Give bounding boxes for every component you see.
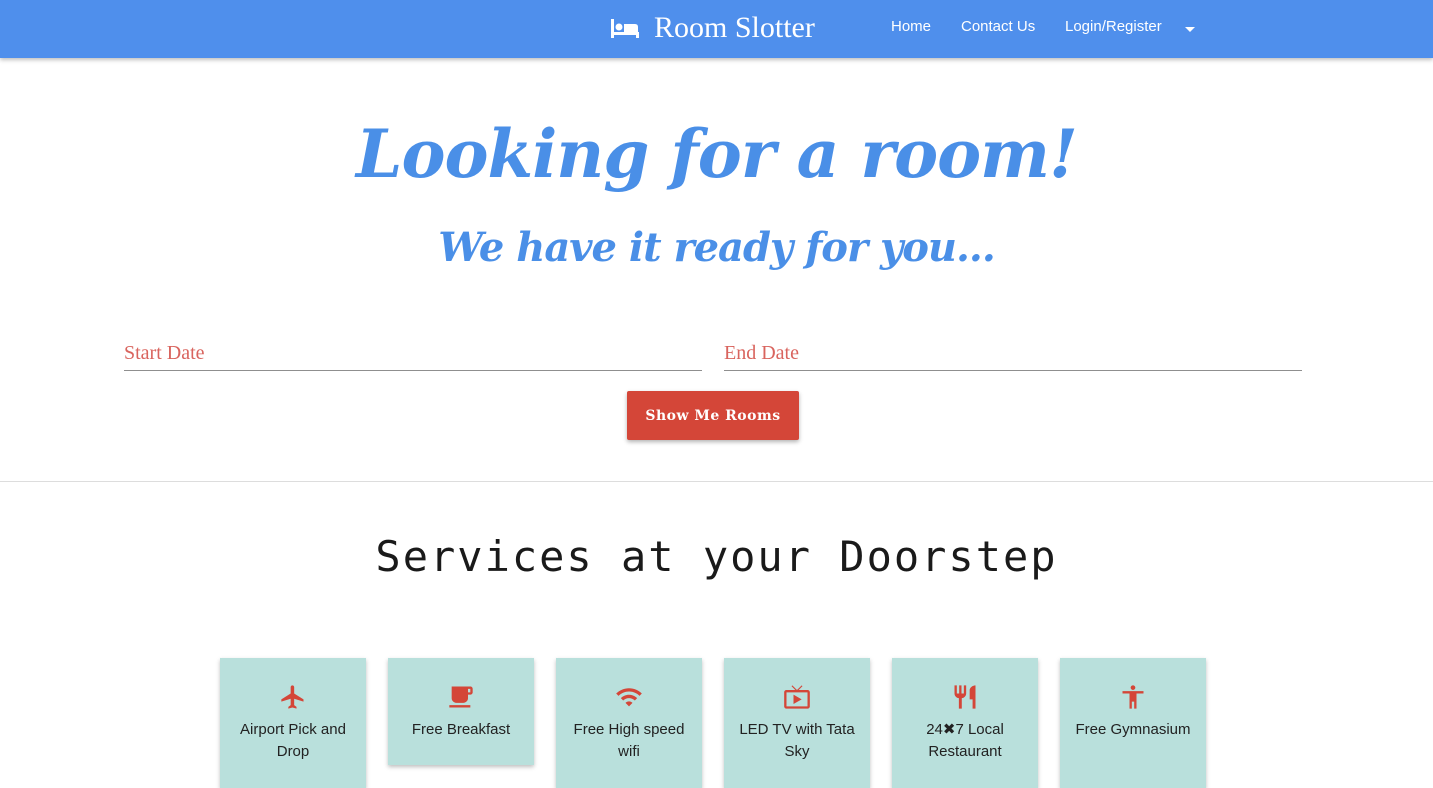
coffee-cup-icon [447, 683, 475, 711]
hero-subtitle: We have it ready for you... [438, 224, 996, 271]
service-label: 24✖7 Local Restaurant [926, 721, 1004, 760]
service-label: Airport Pick and Drop [240, 721, 346, 760]
brand-name: Room Slotter [654, 11, 815, 44]
service-card-airport: Airport Pick and Drop [220, 658, 366, 788]
service-label: Free High speed wifi [573, 721, 685, 760]
service-card-breakfast: Free Breakfast [388, 658, 534, 765]
end-date-input[interactable] [724, 336, 1302, 371]
show-me-rooms-button[interactable]: Show Me Rooms [627, 391, 799, 440]
nav-login-register-link[interactable]: Login/Register [1065, 18, 1162, 36]
service-card-wifi: Free High speed wifi [556, 658, 702, 788]
service-card-tv: LED TV with Tata Sky [724, 658, 870, 788]
wifi-icon [615, 683, 643, 711]
caret-down-icon[interactable] [1183, 22, 1197, 32]
tv-icon [783, 683, 811, 711]
service-label: LED TV with Tata Sky [739, 721, 855, 760]
nav-home-link[interactable]: Home [891, 18, 931, 36]
hero-title: Looking for a room! [356, 115, 1078, 193]
brand-logo[interactable]: Room Slotter [610, 10, 815, 46]
section-divider [0, 481, 1433, 482]
start-date-input[interactable] [124, 336, 702, 371]
service-card-gym: Free Gymnasium [1060, 658, 1206, 788]
person-icon [1119, 683, 1147, 711]
service-card-restaurant: 24✖7 Local Restaurant [892, 658, 1038, 788]
airplane-icon [279, 683, 307, 711]
service-label: Free Gymnasium [1075, 721, 1191, 738]
nav-contact-link[interactable]: Contact Us [961, 18, 1035, 36]
bed-icon [610, 17, 640, 39]
fork-knife-icon [951, 683, 979, 711]
services-heading: Services at your Doorstep [375, 532, 1058, 581]
navbar: Room Slotter Home Contact Us Login/Regis… [0, 0, 1433, 58]
service-label: Free Breakfast [411, 721, 511, 738]
